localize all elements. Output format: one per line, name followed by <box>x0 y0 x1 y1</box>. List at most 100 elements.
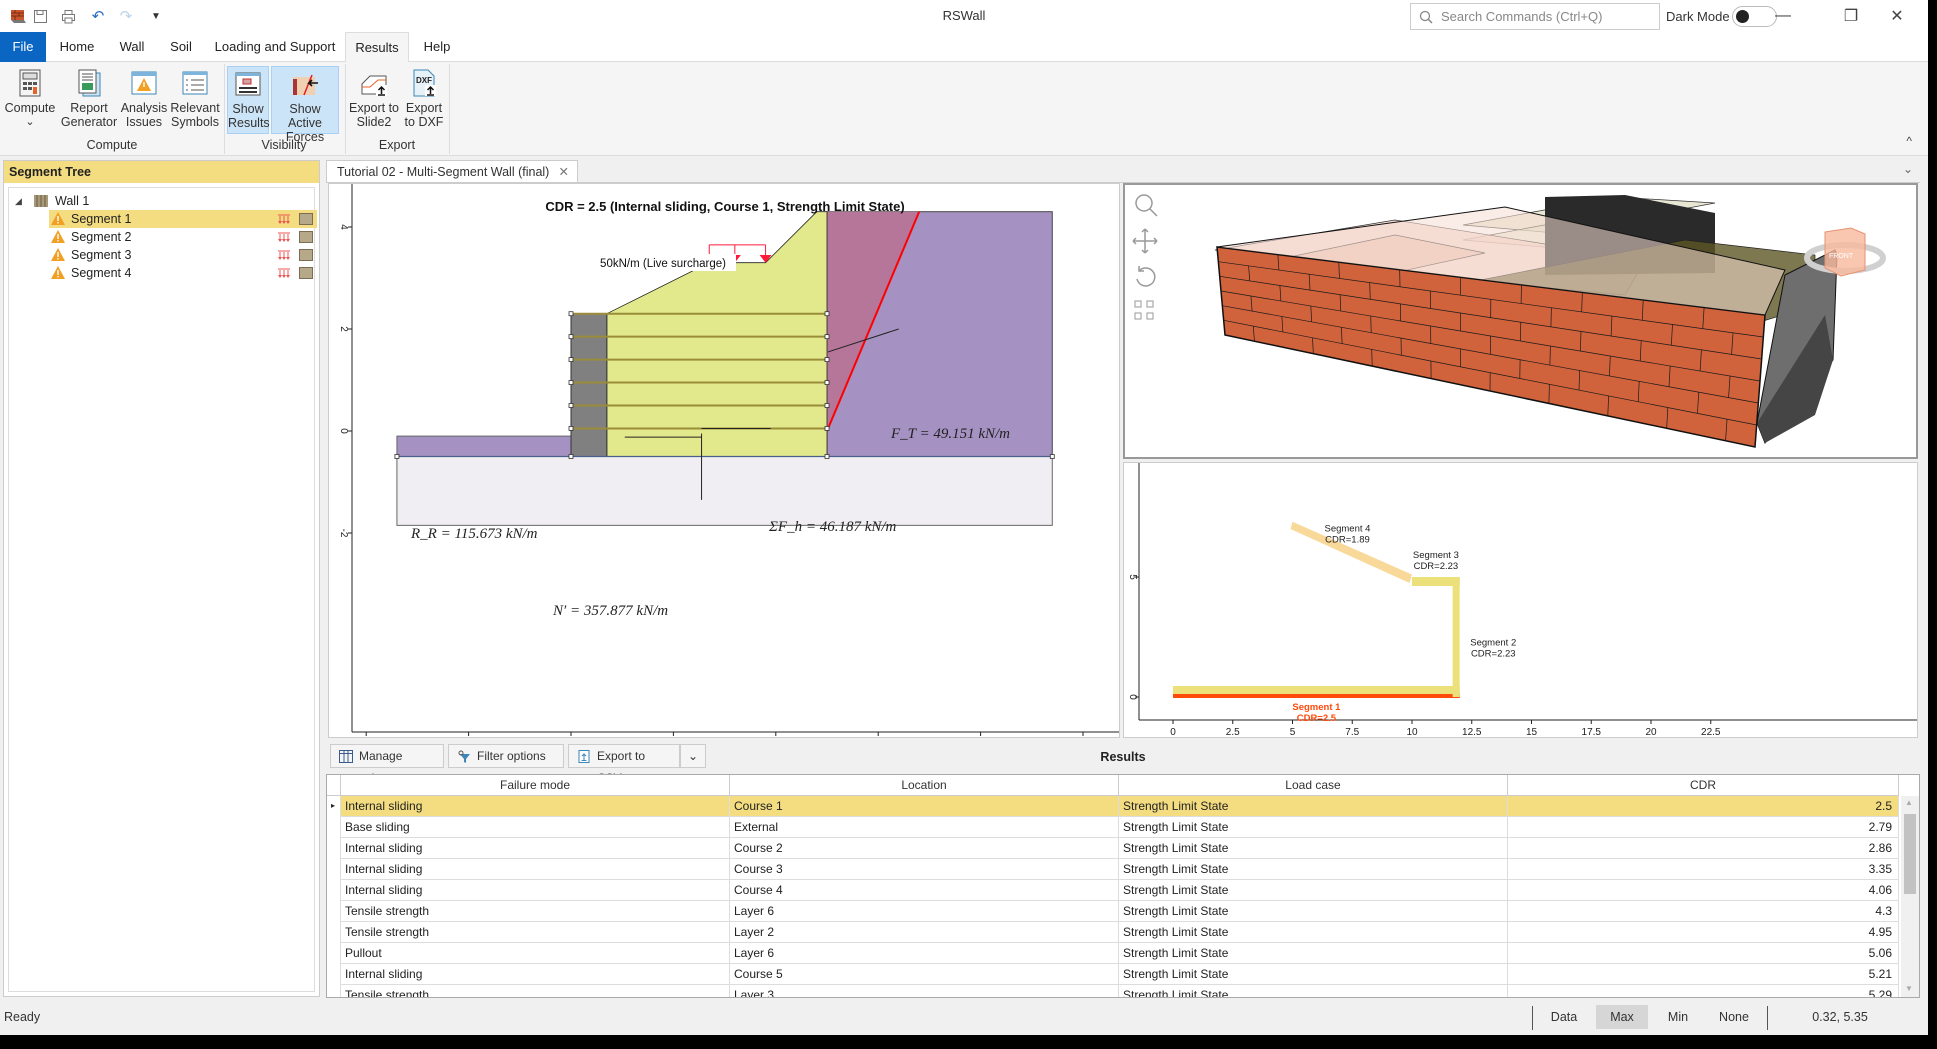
reinforcement-icon[interactable] <box>299 267 313 279</box>
column-header-failure-mode[interactable]: Failure mode <box>341 775 730 796</box>
export-to-slide2-button[interactable]: Export to Slide2 <box>348 66 400 134</box>
column-header-location[interactable]: Location <box>730 775 1119 796</box>
pan-icon[interactable] <box>1132 228 1158 254</box>
collapse-ribbon-icon[interactable]: ^ <box>1906 134 1912 148</box>
zoom-icon[interactable] <box>1135 194 1158 217</box>
section-view-canvas[interactable]: CDR = 2.5 (Internal sliding, Course 1, S… <box>329 184 1120 738</box>
undo-icon[interactable]: ↶ <box>88 6 108 26</box>
results-row[interactable]: Pullout Layer 6 Strength Limit State 5.06 <box>327 943 1899 964</box>
tab-file[interactable]: File <box>0 32 46 62</box>
data-tips-max[interactable]: Max <box>1596 1005 1648 1029</box>
loads-icon[interactable] <box>277 267 291 279</box>
section-view[interactable]: CDR = 2.5 (Internal sliding, Course 1, S… <box>328 183 1120 738</box>
results-row[interactable]: Internal sliding Course 5 Strength Limit S… <box>327 964 1899 985</box>
row-header[interactable] <box>327 880 341 901</box>
row-header[interactable] <box>327 817 341 838</box>
cell-load-case: Strength Limit State <box>1119 922 1508 943</box>
compute-button[interactable]: Compute ⌄ <box>4 66 56 134</box>
reinforcement-icon[interactable] <box>299 249 313 261</box>
row-header[interactable] <box>327 985 341 997</box>
export-to-dxf-button[interactable]: DXF Export to DXF <box>402 66 446 134</box>
scroll-up-icon[interactable]: ▲ <box>1905 798 1913 807</box>
row-header[interactable] <box>327 859 341 880</box>
segment-cdr-label: CDR=2.5 <box>1297 713 1337 724</box>
app-logo-icon[interactable] <box>8 6 28 26</box>
manage-columns-button[interactable]: Manage columns <box>330 744 444 785</box>
tab-wall[interactable]: Wall <box>110 32 154 62</box>
status-text: Ready <box>4 1010 41 1024</box>
fit-icon[interactable] <box>1134 300 1154 320</box>
relevant-symbols-button[interactable]: Relevant Symbols <box>170 66 220 134</box>
tab-help[interactable]: Help <box>414 32 460 62</box>
search-commands-input[interactable]: Search Commands (Ctrl+Q) <box>1410 3 1660 30</box>
expand-arrow-icon[interactable]: ◢ <box>15 192 22 210</box>
row-header[interactable] <box>327 964 341 985</box>
export-dropdown-button[interactable]: ⌄ <box>680 744 706 768</box>
tab-loading-and-support[interactable]: Loading and Support <box>208 32 342 62</box>
tree-item-wall-1[interactable]: ◢ Wall 1 <box>9 192 309 210</box>
view-cube[interactable]: FRONT <box>1804 227 1886 277</box>
results-row[interactable]: Internal sliding Course 4 Strength Limit S… <box>327 880 1899 901</box>
current-row-indicator-icon[interactable]: ▸ <box>327 796 341 817</box>
cell-location: Course 5 <box>730 964 1119 985</box>
document-tab[interactable]: Tutorial 02 - Multi-Segment Wall (final)… <box>326 160 578 182</box>
tab-overflow-icon[interactable]: ⌄ <box>1903 162 1913 176</box>
filter-options-button[interactable]: Filter options <box>448 744 564 768</box>
row-header[interactable] <box>327 901 341 922</box>
cell-mode: Base sliding <box>341 817 730 838</box>
loads-icon[interactable] <box>277 231 291 243</box>
print-icon[interactable] <box>58 6 78 26</box>
cell-mode: Tensile strength <box>341 901 730 922</box>
results-scrollbar[interactable]: ▲ ▼ <box>1901 796 1919 997</box>
tree-item-segment-4[interactable]: Segment 4 <box>49 264 317 282</box>
row-header[interactable] <box>327 943 341 964</box>
results-row[interactable]: Tensile strength Layer 3 Strength Limit St… <box>327 985 1899 997</box>
scrollbar-thumb[interactable] <box>1904 814 1916 894</box>
results-row[interactable]: ▸ Internal sliding Course 1 Strength Limit … <box>327 796 1899 817</box>
loads-icon[interactable] <box>277 213 291 225</box>
results-row[interactable]: Tensile strength Layer 6 Strength Limit St… <box>327 901 1899 922</box>
tab-results[interactable]: Results <box>345 32 409 63</box>
report-generator-button[interactable]: Report Generator <box>60 66 118 134</box>
column-header-cdr[interactable]: CDR <box>1508 775 1899 796</box>
data-tips-min[interactable]: Min <box>1652 1005 1704 1029</box>
close-tab-icon[interactable]: ✕ <box>559 161 569 183</box>
restore-button[interactable]: ❐ <box>1828 0 1874 32</box>
tab-soil[interactable]: Soil <box>160 32 202 62</box>
vertex-handle <box>394 454 400 459</box>
loads-icon[interactable] <box>277 249 291 261</box>
minimize-button[interactable]: — <box>1760 0 1806 32</box>
results-row[interactable]: Internal sliding Course 3 Strength Limit S… <box>327 859 1899 880</box>
scroll-down-icon[interactable]: ▼ <box>1905 984 1913 993</box>
tree-item-segment-1[interactable]: Segment 1 <box>49 210 317 228</box>
rotate-icon[interactable] <box>1136 266 1156 287</box>
3d-view-canvas[interactable]: FRONT <box>1125 185 1916 457</box>
search-icon <box>1419 10 1433 24</box>
tree-item-segment-3[interactable]: Segment 3 <box>49 246 317 264</box>
results-row[interactable]: Internal sliding Course 2 Strength Limit S… <box>327 838 1899 859</box>
data-tips-none[interactable]: None <box>1708 1005 1760 1029</box>
tree-item-segment-2[interactable]: Segment 2 <box>49 228 317 246</box>
save-icon[interactable] <box>30 6 50 26</box>
customize-dropdown-icon[interactable]: ▼ <box>146 6 166 26</box>
plan-view-canvas[interactable]: 0 2.5 5 7.5 10 12.5 15 17.5 20 22.550 Segment 1CD… <box>1124 463 1918 738</box>
tree-item-label: Segment 4 <box>71 266 132 280</box>
plan-view[interactable]: 0 2.5 5 7.5 10 12.5 15 17.5 20 22.5 5 0 Segment 1 CD… <box>1123 462 1918 738</box>
show-active-forces-button[interactable]: Show Active Forces <box>271 66 339 144</box>
row-header[interactable] <box>327 922 341 943</box>
cell-location: Layer 2 <box>730 922 1119 943</box>
show-results-button[interactable]: Show Results <box>227 66 270 134</box>
reinforcement-icon[interactable] <box>299 213 313 225</box>
x-tick-label: 10 <box>1406 727 1418 738</box>
redo-icon[interactable]: ↷ <box>116 6 136 26</box>
row-header[interactable] <box>327 838 341 859</box>
3d-view[interactable]: FRONT <box>1123 183 1918 459</box>
column-header-load-case[interactable]: Load case <box>1119 775 1508 796</box>
export-csv-button[interactable]: Export to CSV... <box>568 744 680 785</box>
results-row[interactable]: Tensile strength Layer 2 Strength Limit St… <box>327 922 1899 943</box>
close-button[interactable]: ✕ <box>1874 0 1920 32</box>
reinforcement-icon[interactable] <box>299 231 313 243</box>
tab-home[interactable]: Home <box>50 32 104 62</box>
results-row[interactable]: Base sliding External Strength Limit State… <box>327 817 1899 838</box>
analysis-issues-button[interactable]: Analysis Issues <box>120 66 168 134</box>
